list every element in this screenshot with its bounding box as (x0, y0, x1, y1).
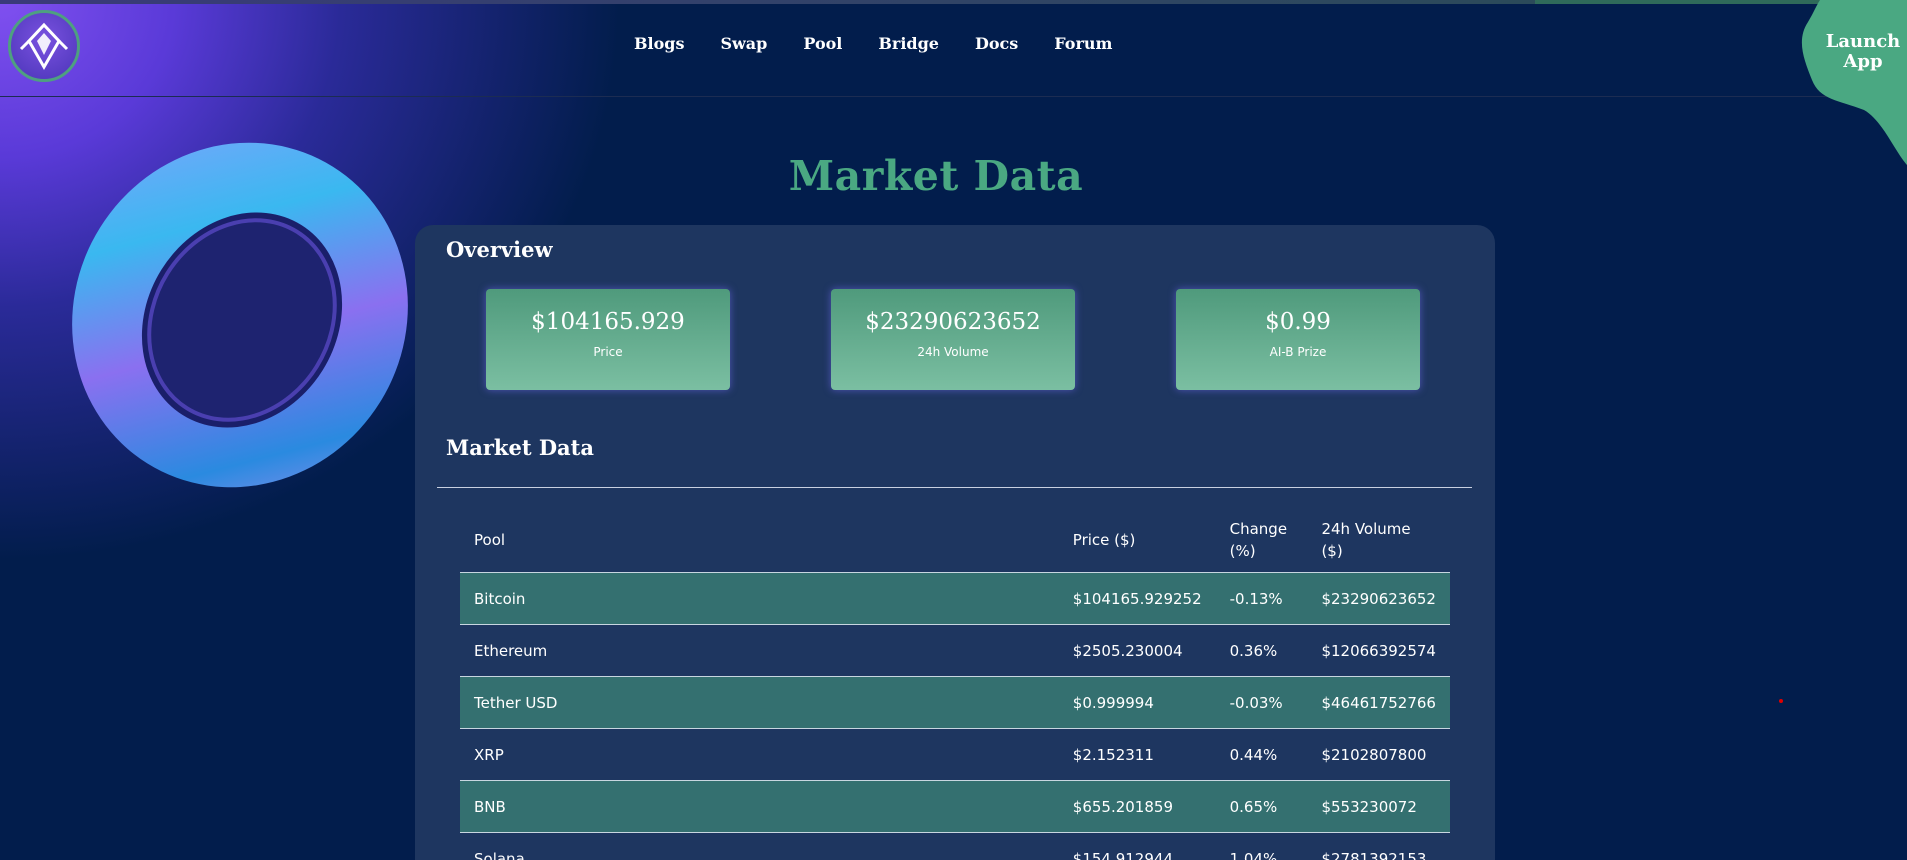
header-change[interactable]: Change (%) (1216, 508, 1308, 573)
market-table: Pool Price ($) Change (%) 24h Volume ($)… (460, 508, 1450, 860)
table-row[interactable]: Bitcoin $104165.929252 -0.13% $232906236… (460, 572, 1450, 625)
table-row[interactable]: BNB $655.201859 0.65% $553230072 (460, 780, 1450, 833)
header-volume[interactable]: 24h Volume ($) (1307, 508, 1450, 573)
red-dot-marker (1779, 699, 1783, 703)
cell-volume: $2781392153 (1307, 832, 1450, 860)
nav-docs[interactable]: Docs (975, 34, 1018, 53)
cell-price: $104165.929252 (1058, 572, 1216, 625)
cell-volume: $12066392574 (1307, 624, 1450, 677)
cell-pool: Tether USD (460, 676, 1059, 729)
cell-price: $0.999994 (1058, 676, 1216, 729)
cell-pool: XRP (460, 728, 1059, 781)
prize-card-label: AI-B Prize (1269, 345, 1327, 359)
section-divider (437, 487, 1472, 488)
table-header-row: Pool Price ($) Change (%) 24h Volume ($) (460, 508, 1450, 573)
cell-price: $154.912944 (1058, 832, 1216, 860)
header-price[interactable]: Price ($) (1059, 508, 1216, 573)
cell-pool: Bitcoin (460, 572, 1059, 625)
volume-card-value: $23290623652 (865, 309, 1041, 335)
diamond-logo-icon[interactable] (8, 10, 80, 82)
site-header: Blogs Swap Pool Bridge Docs Forum (0, 0, 1907, 97)
cell-volume: $23290623652 (1307, 572, 1450, 625)
cell-pool: Solana (460, 832, 1059, 860)
cell-volume: $46461752766 (1307, 676, 1450, 729)
cell-volume: $553230072 (1307, 780, 1450, 833)
cell-change: -0.03% (1215, 676, 1308, 729)
overview-title: Overview (446, 237, 553, 262)
prize-card: $0.99 AI-B Prize (1176, 289, 1420, 390)
nav-blogs[interactable]: Blogs (634, 34, 684, 53)
volume-card-label: 24h Volume (917, 345, 989, 359)
header-pool[interactable]: Pool (460, 508, 1059, 573)
table-row[interactable]: Ethereum $2505.230004 0.36% $12066392574 (460, 624, 1450, 677)
price-card-label: Price (593, 345, 623, 359)
volume-card: $23290623652 24h Volume (831, 289, 1075, 390)
cell-volume: $2102807800 (1307, 728, 1450, 781)
nav-bridge[interactable]: Bridge (878, 34, 939, 53)
price-card: $104165.929 Price (486, 289, 730, 390)
cell-price: $2.152311 (1058, 728, 1216, 781)
cell-price: $655.201859 (1058, 780, 1216, 833)
launch-app-blob[interactable] (1798, 0, 1907, 165)
cell-price: $2505.230004 (1058, 624, 1216, 677)
market-data-title: Market Data (446, 435, 594, 460)
cell-pool: Ethereum (460, 624, 1059, 677)
nav-forum[interactable]: Forum (1054, 34, 1112, 53)
table-row[interactable]: Tether USD $0.999994 -0.03% $46461752766 (460, 676, 1450, 729)
nav-swap[interactable]: Swap (720, 34, 767, 53)
page-title: Market Data (788, 152, 1084, 200)
main-nav: Blogs Swap Pool Bridge Docs Forum (634, 34, 1112, 53)
torus-illustration (72, 142, 408, 488)
cell-change: 0.36% (1215, 624, 1308, 677)
cell-pool: BNB (460, 780, 1059, 833)
cell-change: -0.13% (1215, 572, 1308, 625)
launch-app-button[interactable]: Launch App (1818, 32, 1907, 72)
nav-pool[interactable]: Pool (803, 34, 842, 53)
price-card-value: $104165.929 (531, 309, 685, 335)
cell-change: 0.44% (1215, 728, 1308, 781)
table-row[interactable]: XRP $2.152311 0.44% $2102807800 (460, 728, 1450, 781)
cell-change: 0.65% (1215, 780, 1308, 833)
prize-card-value: $0.99 (1265, 309, 1331, 335)
cell-change: 1.04% (1215, 832, 1308, 860)
table-row[interactable]: Solana $154.912944 1.04% $2781392153 (460, 832, 1450, 860)
